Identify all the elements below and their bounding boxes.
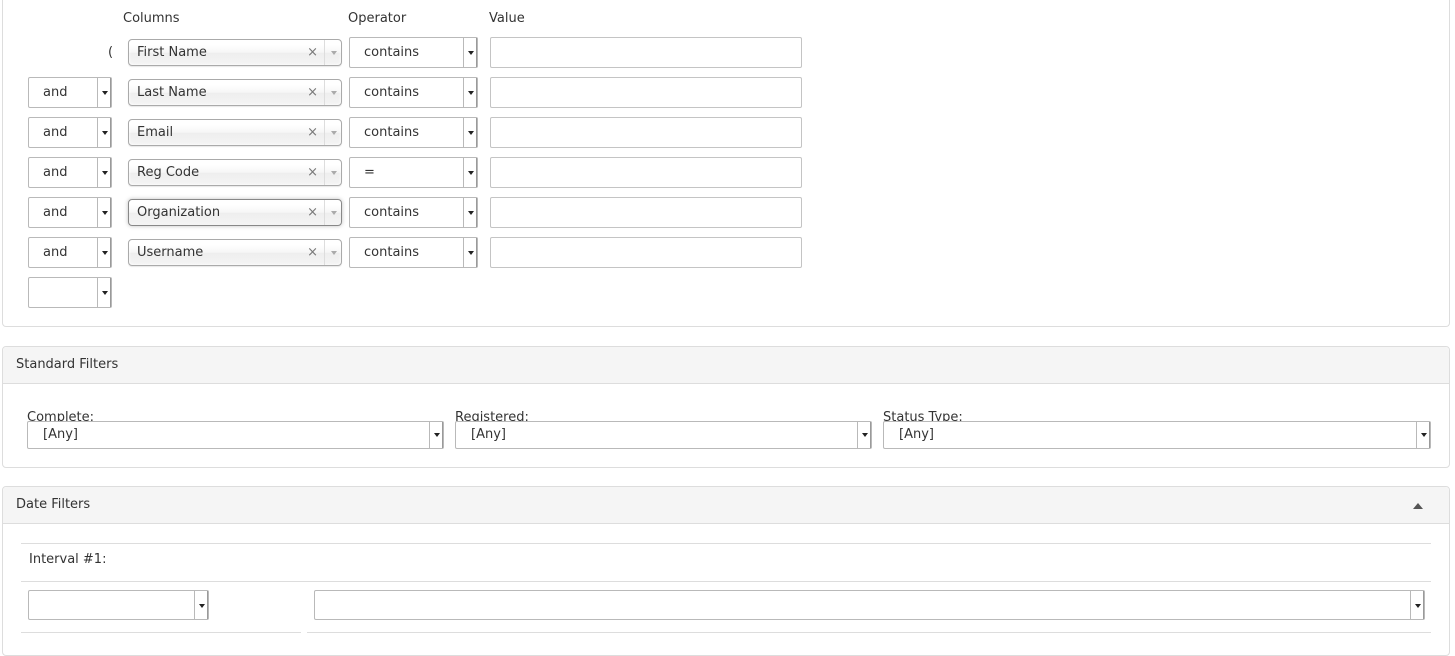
dropdown-arrow-icon[interactable]	[97, 78, 111, 107]
operator-label: contains	[364, 245, 420, 260]
status-type-select[interactable]: [Any]	[883, 421, 1431, 449]
registered-value: [Any]	[471, 427, 506, 442]
interval-type-select[interactable]	[28, 590, 209, 620]
column-select-label: Organization	[137, 205, 221, 220]
column-select-first-name[interactable]: First Name ×	[128, 39, 342, 66]
dropdown-arrow-icon[interactable]	[97, 158, 111, 187]
operator-select-first-name[interactable]: contains	[349, 37, 478, 68]
operator-select-reg-code[interactable]: =	[349, 157, 478, 188]
chevron-down-icon[interactable]	[324, 40, 341, 65]
operator-select-email[interactable]: contains	[349, 117, 478, 148]
conjunction-select[interactable]: and	[28, 197, 112, 228]
conjunction-label: and	[43, 85, 68, 100]
collapse-icon[interactable]	[1413, 503, 1423, 509]
dropdown-arrow-icon[interactable]	[463, 78, 477, 107]
dropdown-arrow-icon[interactable]	[463, 158, 477, 187]
value-header: Value	[489, 11, 525, 26]
divider	[21, 543, 1431, 544]
dropdown-arrow-icon[interactable]	[463, 198, 477, 227]
conjunction-select[interactable]: and	[28, 77, 112, 108]
value-input-username[interactable]	[490, 237, 802, 268]
dropdown-arrow-icon[interactable]	[1410, 591, 1424, 619]
dropdown-arrow-icon[interactable]	[429, 422, 443, 448]
conjunction-label: and	[43, 245, 68, 260]
clear-icon[interactable]: ×	[307, 245, 318, 261]
column-select-reg-code[interactable]: Reg Code ×	[128, 159, 342, 186]
clear-icon[interactable]: ×	[307, 205, 318, 221]
value-input-organization[interactable]	[490, 197, 802, 228]
value-input-reg-code[interactable]	[490, 157, 802, 188]
operator-label: contains	[364, 45, 420, 60]
chevron-down-icon[interactable]	[324, 160, 341, 185]
divider	[307, 632, 1431, 633]
operator-label: contains	[364, 85, 420, 100]
conjunction-select[interactable]: and	[28, 157, 112, 188]
column-select-label: Username	[137, 245, 204, 260]
value-input-first-name[interactable]	[490, 37, 802, 68]
operator-select-username[interactable]: contains	[349, 237, 478, 268]
dropdown-arrow-icon[interactable]	[463, 38, 477, 67]
clear-icon[interactable]: ×	[307, 165, 318, 181]
chevron-down-icon[interactable]	[324, 240, 341, 265]
new-conjunction-select[interactable]	[28, 277, 112, 308]
dropdown-arrow-icon[interactable]	[97, 198, 111, 227]
dropdown-arrow-icon[interactable]	[857, 422, 871, 448]
conjunction-select[interactable]: and	[28, 117, 112, 148]
chevron-down-icon[interactable]	[324, 200, 341, 225]
dropdown-arrow-icon[interactable]	[194, 591, 208, 619]
dropdown-arrow-icon[interactable]	[463, 238, 477, 267]
clear-icon[interactable]: ×	[307, 125, 318, 141]
dropdown-arrow-icon[interactable]	[97, 118, 111, 147]
operator-label: =	[364, 165, 375, 180]
conjunction-label: and	[43, 165, 68, 180]
column-select-email[interactable]: Email ×	[128, 119, 342, 146]
column-select-label: Last Name	[137, 85, 207, 100]
column-select-username[interactable]: Username ×	[128, 239, 342, 266]
column-select-label: Reg Code	[137, 165, 200, 180]
columns-header: Columns	[123, 11, 180, 26]
chevron-down-icon[interactable]	[324, 120, 341, 145]
clear-icon[interactable]: ×	[307, 45, 318, 61]
standard-filters-title: Standard Filters	[16, 357, 119, 372]
value-input-email[interactable]	[490, 117, 802, 148]
column-select-label: Email	[137, 125, 174, 140]
operator-label: contains	[364, 205, 420, 220]
conjunction-select[interactable]: and	[28, 237, 112, 268]
dropdown-arrow-icon[interactable]	[97, 238, 111, 267]
divider	[21, 632, 301, 633]
operator-select-organization[interactable]: contains	[349, 197, 478, 228]
dropdown-arrow-icon[interactable]	[1416, 422, 1430, 448]
registered-select[interactable]: [Any]	[455, 421, 872, 449]
status-type-value: [Any]	[899, 427, 934, 442]
complete-value: [Any]	[43, 427, 78, 442]
chevron-down-icon[interactable]	[324, 80, 341, 105]
complete-select[interactable]: [Any]	[27, 421, 444, 449]
conjunction-label: and	[43, 205, 68, 220]
dropdown-arrow-icon[interactable]	[463, 118, 477, 147]
operator-label: contains	[364, 125, 420, 140]
column-select-organization[interactable]: Organization ×	[128, 199, 342, 226]
standard-filters-panel: Standard Filters Complete: [Any] Registe…	[2, 346, 1450, 468]
date-filters-panel: Date Filters Interval #1:	[2, 486, 1450, 656]
divider	[21, 581, 1431, 582]
value-input-last-name[interactable]	[490, 77, 802, 108]
open-paren: (	[108, 45, 114, 60]
date-filters-heading[interactable]: Date Filters	[3, 487, 1449, 524]
operator-select-last-name[interactable]: contains	[349, 77, 478, 108]
clear-icon[interactable]: ×	[307, 85, 318, 101]
conjunction-label: and	[43, 125, 68, 140]
date-filters-title: Date Filters	[16, 497, 91, 512]
standard-filters-heading[interactable]: Standard Filters	[3, 347, 1449, 384]
operator-header: Operator	[348, 11, 407, 26]
advanced-search-panel: Columns Operator Value ( First Name × co…	[2, 0, 1450, 327]
interval-label: Interval #1:	[29, 552, 107, 567]
dropdown-arrow-icon[interactable]	[97, 278, 111, 307]
interval-value-select[interactable]	[314, 590, 1425, 620]
column-select-label: First Name	[137, 45, 207, 60]
column-select-last-name[interactable]: Last Name ×	[128, 79, 342, 106]
